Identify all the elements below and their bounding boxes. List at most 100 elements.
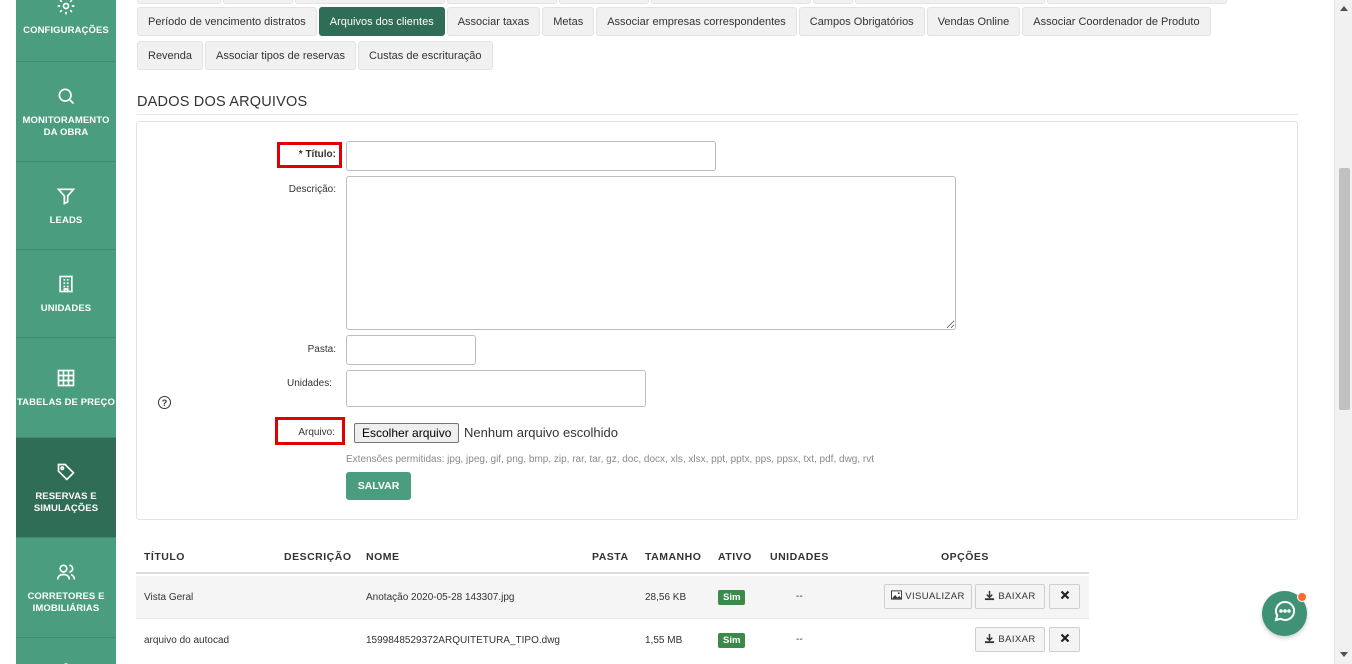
unidades-select[interactable] xyxy=(346,370,646,407)
cell-nome: 1599848529372ARQUITETURA_TIPO.dwg xyxy=(366,635,560,646)
section-title: DADOS DOS ARQUIVOS xyxy=(137,94,308,110)
sidebar-item-reservas[interactable]: RESERVAS E SIMULAÇÕES xyxy=(16,438,116,538)
scrollbar-thumb[interactable] xyxy=(1339,168,1350,410)
help-icon[interactable]: ? xyxy=(158,396,171,409)
sidebar-item-corretores[interactable]: CORRETORES E IMOBILIÁRIAS xyxy=(16,538,116,638)
tab-stub xyxy=(447,0,557,4)
status-badge: Sim xyxy=(718,633,746,648)
titulo-input[interactable] xyxy=(346,141,716,171)
tab-associar-tipos-de-reservas[interactable]: Associar tipos de reservas xyxy=(205,41,357,70)
column-header-ativo[interactable]: ATIVO xyxy=(718,551,752,563)
column-header-opcoes: OPÇÕES xyxy=(941,551,989,563)
pasta-input[interactable] xyxy=(346,335,476,365)
tab-campos-obrigatorios[interactable]: Campos Obrigatórios xyxy=(798,7,925,36)
pasta-label: Pasta: xyxy=(307,344,336,355)
sidebar: CONFIGURAÇÕES MONITORAMENTO DA OBRA LEAD… xyxy=(16,0,116,664)
descricao-label: Descrição: xyxy=(288,184,336,195)
visualizar-button[interactable]: VISUALIZAR xyxy=(884,584,972,609)
baixar-button[interactable]: BAIXAR xyxy=(975,584,1045,609)
sidebar-item-configuracoes[interactable]: CONFIGURAÇÕES xyxy=(16,0,116,62)
tab-metas[interactable]: Metas xyxy=(542,7,595,36)
tab-associar-coordenador-produto[interactable]: Associar Coordenador de Produto xyxy=(1022,7,1211,36)
sidebar-item-leads[interactable]: LEADS xyxy=(16,162,116,250)
chat-bubble-icon xyxy=(1273,599,1297,628)
tabs-row-2: Revenda Associar tipos de reservas Custa… xyxy=(137,41,493,70)
tab-stub xyxy=(295,0,445,4)
sidebar-item-unidades[interactable]: UNIDADES xyxy=(16,250,116,338)
delete-button[interactable] xyxy=(1049,627,1080,652)
column-header-unidades[interactable]: UNIDADES xyxy=(770,551,829,563)
tab-custas-de-escrituracao[interactable]: Custas de escrituração xyxy=(358,41,493,70)
grid-icon xyxy=(55,367,77,389)
tab-stub xyxy=(223,0,293,4)
cell-unidades: -- xyxy=(796,591,803,602)
image-icon xyxy=(891,590,903,603)
baixar-label: BAIXAR xyxy=(998,634,1036,645)
search-icon xyxy=(55,85,77,107)
cell-titulo: arquivo do autocad xyxy=(144,635,230,646)
tabs-row-above xyxy=(137,0,1227,4)
cell-titulo: Vista Geral xyxy=(144,592,194,603)
baixar-label: BAIXAR xyxy=(998,591,1036,602)
titulo-label: * Título: xyxy=(298,149,336,160)
sidebar-item-tabelas-de-preco[interactable]: TABELAS DE PREÇO xyxy=(16,338,116,438)
cell-tamanho: 28,56 KB xyxy=(645,592,687,603)
sidebar-item-label: RESERVAS E SIMULAÇÕES xyxy=(33,490,99,514)
arquivo-label: Arquivo: xyxy=(298,427,335,438)
table-row: Vista Geral Anotação 2020-05-28 143307.j… xyxy=(136,576,1089,618)
tab-stub xyxy=(855,0,1045,4)
building-icon xyxy=(55,273,77,295)
scroll-down-arrow-icon[interactable] xyxy=(1340,652,1348,657)
unidades-label: Unidades: xyxy=(286,378,332,389)
sidebar-item-label: MONITORAMENTO DA OBRA xyxy=(22,114,110,138)
tab-associar-taxas[interactable]: Associar taxas xyxy=(446,7,541,36)
cell-nome: Anotação 2020-05-28 143307.jpg xyxy=(366,592,515,603)
baixar-button[interactable]: BAIXAR xyxy=(975,627,1045,652)
status-badge: Sim xyxy=(718,590,746,605)
scroll-up-arrow-icon[interactable] xyxy=(1340,6,1348,11)
cell-tamanho: 1,55 MB xyxy=(645,635,683,646)
app-page: CONFIGURAÇÕES MONITORAMENTO DA OBRA LEAD… xyxy=(0,0,1352,664)
tabs-row-1: Período de vencimento distratos Arquivos… xyxy=(137,7,1211,36)
column-header-descricao[interactable]: DESCRIÇÃO xyxy=(284,551,352,563)
tab-associar-empresas-correspondentes[interactable]: Associar empresas correspondentes xyxy=(596,7,797,36)
save-button[interactable]: SALVAR xyxy=(346,472,411,500)
download-icon xyxy=(984,633,995,647)
column-header-tamanho[interactable]: TAMANHO xyxy=(645,551,701,563)
section-divider xyxy=(137,114,1298,115)
tab-arquivos-dos-clientes[interactable]: Arquivos dos clientes xyxy=(318,7,445,36)
sidebar-item-label: TABELAS DE PREÇO xyxy=(16,396,115,408)
funnel-icon xyxy=(55,185,77,207)
tab-stub xyxy=(1047,0,1227,4)
notification-dot xyxy=(1297,592,1307,602)
close-icon xyxy=(1060,633,1070,646)
sidebar-item-label: CORRETORES E IMOBILIÁRIAS xyxy=(27,590,105,614)
sidebar-item-next[interactable] xyxy=(16,638,116,664)
column-header-titulo[interactable]: TÍTULO xyxy=(144,551,185,563)
tab-stub xyxy=(137,0,221,4)
choose-file-button[interactable]: Escolher arquivo xyxy=(354,423,460,443)
scrollbar[interactable] xyxy=(1334,0,1352,664)
download-icon xyxy=(984,590,995,604)
table-row: arquivo do autocad 1599848529372ARQUITET… xyxy=(136,618,1089,660)
cell-unidades: -- xyxy=(796,634,803,645)
tab-stub xyxy=(559,0,649,4)
sidebar-item-label: CONFIGURAÇÕES xyxy=(23,24,109,36)
allowed-extensions-text: Extensões permitidas: jpg, jpeg, gif, pn… xyxy=(346,454,875,465)
gear-icon xyxy=(55,0,77,17)
sidebar-item-label: LEADS xyxy=(49,214,83,226)
users-icon xyxy=(55,561,77,583)
sidebar-item-monitoramento[interactable]: MONITORAMENTO DA OBRA xyxy=(16,62,116,162)
column-header-nome[interactable]: NOME xyxy=(366,551,400,563)
sidebar-item-label: UNIDADES xyxy=(40,302,92,314)
tab-revenda[interactable]: Revenda xyxy=(137,41,204,70)
tab-stub xyxy=(813,0,853,4)
delete-button[interactable] xyxy=(1049,584,1080,609)
column-header-pasta[interactable]: PASTA xyxy=(592,551,629,563)
descricao-textarea[interactable] xyxy=(346,176,956,330)
tag-icon xyxy=(55,461,77,483)
settings-icon xyxy=(55,658,77,664)
visualizar-label: VISUALIZAR xyxy=(905,591,965,602)
tab-vendas-online[interactable]: Vendas Online xyxy=(926,7,1021,36)
tab-periodo-vencimento-distratos[interactable]: Período de vencimento distratos xyxy=(137,7,317,36)
